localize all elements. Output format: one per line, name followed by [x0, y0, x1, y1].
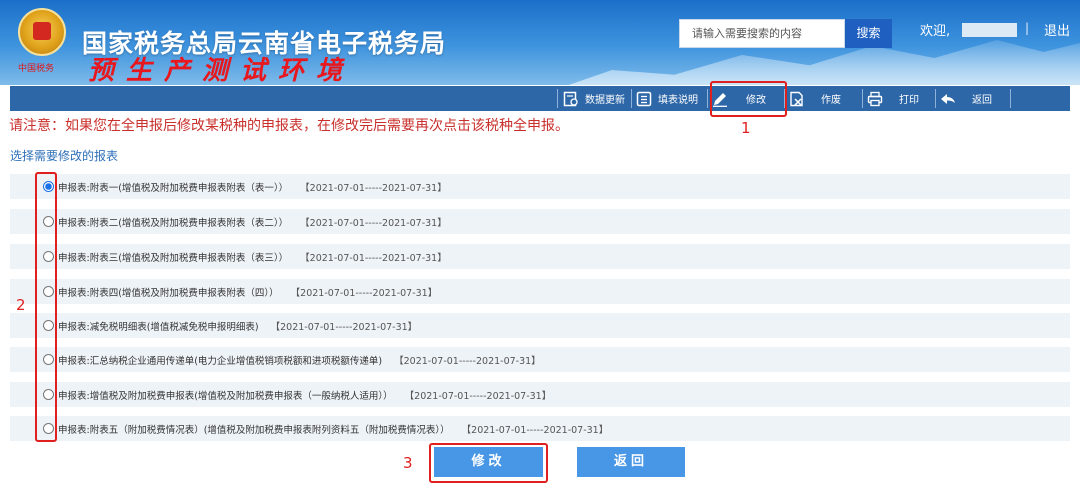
- doc-list-icon: [636, 91, 652, 106]
- toolbar-divider: [1010, 89, 1011, 108]
- report-period: 【2021-07-01-----2021-07-31】: [461, 424, 609, 436]
- report-title: 申报表:汇总纳税企业通用传递单(电力企业增值税销项税额和进项税额传递单): [58, 355, 383, 367]
- report-row[interactable]: 申报表:增值税及附加税费申报表(增值税及附加税费申报表（一般纳税人适用）） 【2…: [10, 382, 1070, 407]
- search-button[interactable]: 搜索: [845, 19, 892, 48]
- report-period: 【2021-07-01-----2021-07-31】: [290, 287, 438, 299]
- report-title: 申报表:减免税明细表(增值税减免税申报明细表): [58, 321, 259, 333]
- void-button[interactable]: 作废: [789, 86, 841, 111]
- toolbar-label-back: 返回: [972, 95, 992, 106]
- report-title: 申报表:附表三(增值税及附加税费申报表附表（表三））: [58, 252, 289, 264]
- data-refresh-button[interactable]: 数据更新: [563, 86, 625, 111]
- data-refresh-icon: [563, 91, 578, 106]
- report-row[interactable]: 申报表:减免税明细表(增值税减免税申报明细表) 【2021-07-01-----…: [10, 313, 1070, 338]
- toolbar-label-print: 打印: [899, 95, 919, 106]
- annotation-number-1: 1: [741, 119, 751, 137]
- toolbar-label-instructions: 填表说明: [658, 95, 698, 106]
- report-title: 申报表:附表四(增值税及附加税费申报表附表（四））: [58, 287, 279, 299]
- report-row[interactable]: 申报表:附表一(增值税及附加税费申报表附表（表一）） 【2021-07-01--…: [10, 174, 1070, 199]
- tax-emblem-icon: [18, 8, 66, 56]
- toolbar-divider: [631, 89, 632, 108]
- annotation-box-3: [429, 443, 548, 483]
- report-period: 【2021-07-01-----2021-07-31】: [300, 217, 447, 229]
- report-period: 【2021-07-01-----2021-07-31】: [300, 252, 447, 264]
- username-masked: [962, 23, 1017, 37]
- toolbar: 数据更新 填表说明 修改 作废 打印 返回: [10, 86, 1070, 111]
- annotation-box-2: [35, 172, 57, 442]
- report-title: 申报表:附表二(增值税及附加税费申报表附表（表二））: [58, 217, 289, 229]
- header-separator: |: [1025, 21, 1030, 35]
- back-toolbar-button[interactable]: 返回: [940, 86, 992, 111]
- back-arrow-icon: [941, 93, 955, 104]
- report-row[interactable]: 申报表:汇总纳税企业通用传递单(电力企业增值税销项税额和进项税额传递单) 【20…: [10, 347, 1070, 372]
- logout-link[interactable]: 退出: [1044, 20, 1070, 39]
- print-button[interactable]: 打印: [867, 86, 919, 111]
- emblem-caption: 中国税务: [18, 64, 55, 74]
- printer-icon: [867, 91, 883, 106]
- annotation-box-1: [710, 81, 787, 117]
- welcome-text: 欢迎,: [920, 24, 951, 39]
- instructions-button[interactable]: 填表说明: [636, 86, 698, 111]
- toolbar-divider: [935, 89, 936, 108]
- report-period: 【2021-07-01-----2021-07-31】: [300, 182, 447, 194]
- report-row[interactable]: 申报表:附表二(增值税及附加税费申报表附表（表二）） 【2021-07-01--…: [10, 209, 1070, 234]
- annotation-number-2: 2: [16, 296, 26, 314]
- toolbar-label-void: 作废: [821, 95, 841, 106]
- report-row[interactable]: 申报表:附表三(增值税及附加税费申报表附表（表三）） 【2021-07-01--…: [10, 244, 1070, 269]
- report-title: 申报表:增值税及附加税费申报表(增值税及附加税费申报表（一般纳税人适用））: [58, 390, 393, 402]
- report-period: 【2021-07-01-----2021-07-31】: [270, 321, 418, 333]
- void-doc-icon: [790, 91, 803, 106]
- toolbar-divider: [557, 89, 558, 108]
- search-input[interactable]: 请输入需要搜索的内容: [679, 19, 845, 48]
- environment-title: 预生产测试环境: [88, 56, 355, 85]
- header-banner: 中国税务 国家税务总局云南省电子税务局 预生产测试环境 请输入需要搜索的内容 搜…: [0, 0, 1080, 85]
- toolbar-divider: [707, 89, 708, 108]
- report-period: 【2021-07-01-----2021-07-31】: [404, 390, 552, 402]
- section-title: 选择需要修改的报表: [10, 149, 119, 163]
- report-title: 申报表:附表五（附加税费情况表）(增值税及附加税费申报表附列资料五（附加税费情况…: [58, 424, 450, 436]
- report-row[interactable]: 申报表:附表四(增值税及附加税费申报表附表（四）） 【2021-07-01---…: [10, 279, 1070, 304]
- toolbar-divider: [862, 89, 863, 108]
- report-title: 申报表:附表一(增值税及附加税费申报表附表（表一））: [58, 182, 289, 194]
- report-period: 【2021-07-01-----2021-07-31】: [394, 355, 541, 367]
- annotation-number-3: 3: [403, 454, 413, 472]
- back-button[interactable]: 返回: [577, 447, 685, 477]
- toolbar-label-refresh: 数据更新: [585, 95, 625, 106]
- report-row[interactable]: 申报表:附表五（附加税费情况表）(增值税及附加税费申报表附列资料五（附加税费情况…: [10, 416, 1070, 441]
- notice-text: 请注意：如果您在全申报后修改某税种的申报表，在修改完后需要再次点击该税种全申报。: [9, 118, 569, 134]
